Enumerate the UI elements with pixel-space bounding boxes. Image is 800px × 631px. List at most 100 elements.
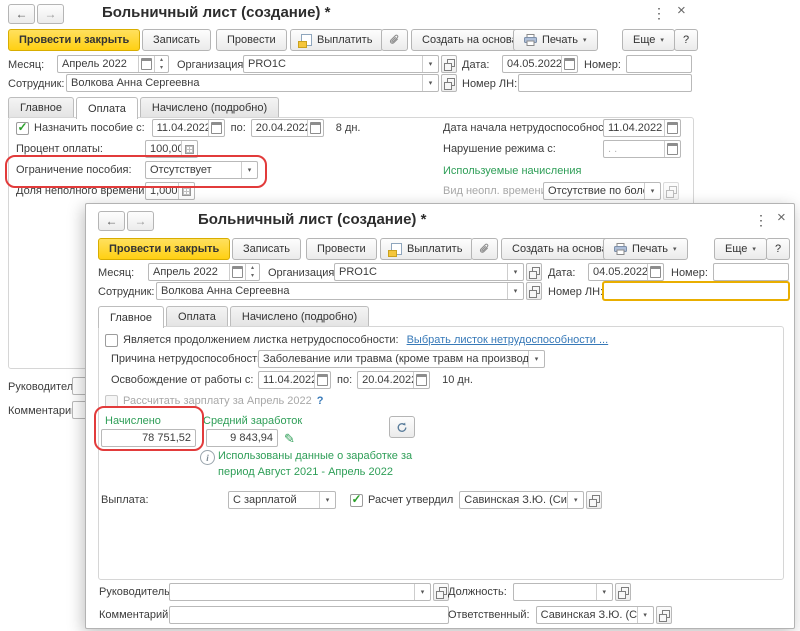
more-button[interactable]: Еще▾ — [622, 29, 675, 51]
responsible-field[interactable]: Савинская З.Ю. (Систем▾ — [536, 606, 654, 624]
benefit-to-field[interactable]: 20.04.2022 — [251, 119, 324, 137]
calendar-icon[interactable] — [229, 264, 245, 280]
chevron-down-icon[interactable]: ▾ — [637, 607, 653, 623]
help-button[interactable]: ? — [674, 29, 698, 51]
employee-field[interactable]: Волкова Анна Сергеевна▾ — [66, 74, 439, 92]
employee-field[interactable]: Волкова Анна Сергеевна▾ — [156, 282, 524, 300]
manager-open-icon[interactable] — [433, 583, 449, 601]
tab-main[interactable]: Главное — [8, 97, 74, 118]
forward-button[interactable]: → — [127, 211, 154, 231]
close-icon[interactable]: × — [677, 3, 686, 19]
tab-accrued-detail[interactable]: Начислено (подробно) — [230, 306, 369, 327]
position-open-icon[interactable] — [615, 583, 631, 601]
approved-by-open-icon[interactable] — [586, 491, 602, 509]
post-button[interactable]: Провести — [216, 29, 287, 51]
help-button[interactable]: ? — [766, 238, 790, 260]
calc-icon[interactable] — [181, 141, 197, 157]
date-field[interactable]: 04.05.2022 — [502, 55, 578, 73]
accrued-field[interactable]: 78 751,52 — [101, 429, 196, 447]
chevron-down-icon[interactable]: ▾ — [507, 264, 523, 280]
month-field[interactable]: Апрель 2022▴▾ — [57, 55, 169, 73]
print-button[interactable]: Печать▾ — [513, 29, 598, 51]
more-button[interactable]: Еще▾ — [714, 238, 767, 260]
chevron-down-icon[interactable]: ▾ — [422, 56, 438, 72]
calendar-icon[interactable] — [208, 120, 224, 136]
benefit-from-field[interactable]: 11.04.2022 — [152, 119, 225, 137]
comment-field[interactable] — [169, 606, 449, 624]
write-button[interactable]: Записать — [232, 238, 301, 260]
number-field[interactable] — [713, 263, 789, 281]
part-time-field[interactable]: 1,000 — [145, 182, 195, 200]
forward-button[interactable]: → — [37, 4, 64, 24]
chevron-down-icon[interactable]: ▾ — [241, 162, 257, 178]
post-button[interactable]: Провести — [306, 238, 377, 260]
ln-number-field[interactable] — [518, 74, 692, 92]
violation-field[interactable]: . . — [603, 140, 681, 158]
calendar-icon[interactable] — [664, 141, 680, 157]
calc-salary-help[interactable]: ? — [317, 395, 324, 407]
pay-button[interactable]: Выплатить — [380, 238, 473, 260]
select-sheet-link[interactable]: Выбрать листок нетрудоспособности ... — [407, 334, 609, 346]
employee-open-icon[interactable] — [441, 74, 457, 92]
organization-field[interactable]: PRO1C▾ — [334, 263, 524, 281]
back-button[interactable]: ← — [98, 211, 125, 231]
manager-field[interactable]: ▾ — [169, 583, 431, 601]
benefit-limit-field[interactable]: Отсутствует▾ — [145, 161, 258, 179]
post-and-close-button[interactable]: Провести и закрыть — [98, 238, 230, 260]
calendar-icon[interactable] — [561, 56, 577, 72]
month-spinner[interactable]: ▴▾ — [245, 264, 259, 280]
approved-checkbox[interactable]: ✓ — [350, 494, 363, 507]
percent-field[interactable]: 100,00 — [145, 140, 198, 158]
assign-benefit-checkbox[interactable]: ✓ — [16, 122, 29, 135]
organization-field[interactable]: PRO1C▾ — [243, 55, 439, 73]
calendar-icon[interactable] — [314, 372, 330, 388]
print-button[interactable]: Печать▾ — [603, 238, 688, 260]
calendar-icon[interactable] — [307, 120, 323, 136]
ln-number-field[interactable] — [603, 282, 789, 300]
attachment-button[interactable] — [471, 238, 498, 260]
pay-button[interactable]: Выплатить — [290, 29, 383, 51]
responsible-open-icon[interactable] — [656, 606, 672, 624]
calendar-icon[interactable] — [647, 264, 663, 280]
employee-open-icon[interactable] — [526, 282, 542, 300]
release-to-field[interactable]: 20.04.2022 — [357, 371, 430, 389]
refresh-button[interactable] — [389, 416, 415, 438]
tab-payment[interactable]: Оплата — [76, 97, 138, 119]
disability-start-field[interactable]: 11.04.2022 — [603, 119, 681, 137]
month-spinner[interactable]: ▴▾ — [154, 56, 168, 72]
calendar-icon[interactable] — [138, 56, 154, 72]
tab-main[interactable]: Главное — [98, 306, 164, 328]
chevron-down-icon[interactable]: ▾ — [596, 584, 612, 600]
tab-accrued-detail[interactable]: Начислено (подробно) — [140, 97, 279, 118]
chevron-down-icon[interactable]: ▾ — [414, 584, 430, 600]
organization-open-icon[interactable] — [441, 55, 457, 73]
reason-field[interactable]: Заболевание или травма (кроме травм на п… — [258, 350, 545, 368]
tab-payment[interactable]: Оплата — [166, 306, 228, 327]
chevron-down-icon[interactable]: ▾ — [567, 492, 583, 508]
number-field[interactable] — [626, 55, 692, 73]
position-field[interactable]: ▾ — [513, 583, 613, 601]
payout-field[interactable]: С зарплатой▾ — [228, 491, 336, 509]
window-menu-icon[interactable]: ⋮ — [754, 212, 768, 228]
date-field[interactable]: 04.05.2022 — [588, 263, 664, 281]
organization-open-icon[interactable] — [526, 263, 542, 281]
month-field[interactable]: Апрель 2022▴▾ — [148, 263, 260, 281]
calendar-icon[interactable] — [664, 120, 680, 136]
calc-icon[interactable] — [178, 183, 194, 199]
back-button[interactable]: ← — [8, 4, 35, 24]
attachment-button[interactable] — [381, 29, 408, 51]
chevron-down-icon[interactable]: ▾ — [319, 492, 335, 508]
continuation-checkbox[interactable] — [105, 334, 118, 347]
write-button[interactable]: Записать — [142, 29, 211, 51]
close-icon[interactable]: × — [777, 210, 786, 226]
calendar-icon[interactable] — [413, 372, 429, 388]
avg-earnings-field[interactable]: 9 843,94 — [206, 429, 278, 447]
post-and-close-button[interactable]: Провести и закрыть — [8, 29, 140, 51]
chevron-down-icon[interactable]: ▾ — [422, 75, 438, 91]
release-from-field[interactable]: 11.04.2022 — [258, 371, 331, 389]
window-menu-icon[interactable]: ⋮ — [652, 5, 666, 21]
chevron-down-icon[interactable]: ▾ — [507, 283, 523, 299]
chevron-down-icon[interactable]: ▾ — [528, 351, 544, 367]
edit-pencil-icon[interactable]: ✎ — [284, 432, 295, 445]
approved-by-field[interactable]: Савинская З.Ю. (Системн▾ — [459, 491, 584, 509]
